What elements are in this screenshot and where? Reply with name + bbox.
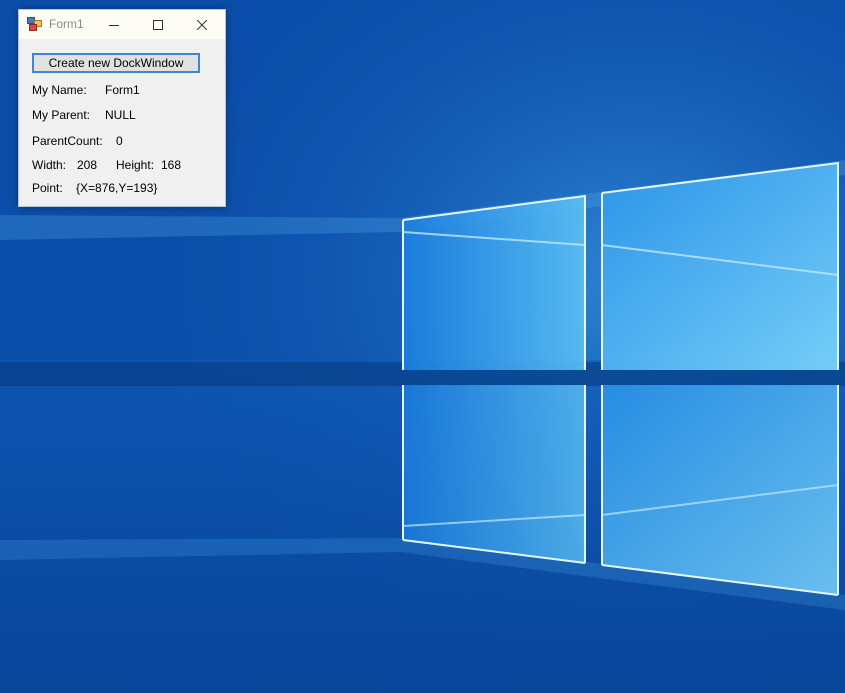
title-bar[interactable]: Form1 bbox=[19, 10, 225, 39]
my-parent-value: NULL bbox=[105, 108, 136, 122]
app-icon bbox=[27, 17, 42, 31]
form-content: Create new DockWindow My Name: Form1 My … bbox=[19, 39, 225, 206]
my-name-value: Form1 bbox=[105, 83, 140, 97]
parent-count-value: 0 bbox=[116, 134, 123, 148]
width-label: Width: bbox=[32, 158, 67, 172]
close-button[interactable] bbox=[181, 10, 223, 39]
window-title: Form1 bbox=[49, 17, 84, 31]
point-value: {X=876,Y=193} bbox=[76, 181, 158, 195]
parent-count-label: ParentCount: bbox=[32, 134, 103, 148]
desktop: Form1 Create new DockWindow My Name: For… bbox=[0, 0, 845, 693]
my-parent-label: My Parent: bbox=[32, 108, 91, 122]
close-icon bbox=[197, 19, 207, 30]
minimize-icon bbox=[109, 24, 119, 26]
height-label: Height: bbox=[116, 158, 155, 172]
maximize-button[interactable] bbox=[137, 10, 179, 39]
form1-window[interactable]: Form1 Create new DockWindow My Name: For… bbox=[18, 9, 226, 207]
point-label: Point: bbox=[32, 181, 63, 195]
minimize-button[interactable] bbox=[93, 10, 135, 39]
my-name-label: My Name: bbox=[32, 83, 87, 97]
height-value: 168 bbox=[161, 158, 182, 172]
create-new-dockwindow-button[interactable]: Create new DockWindow bbox=[32, 53, 200, 73]
width-value: 208 bbox=[77, 158, 98, 172]
maximize-icon bbox=[153, 19, 163, 30]
